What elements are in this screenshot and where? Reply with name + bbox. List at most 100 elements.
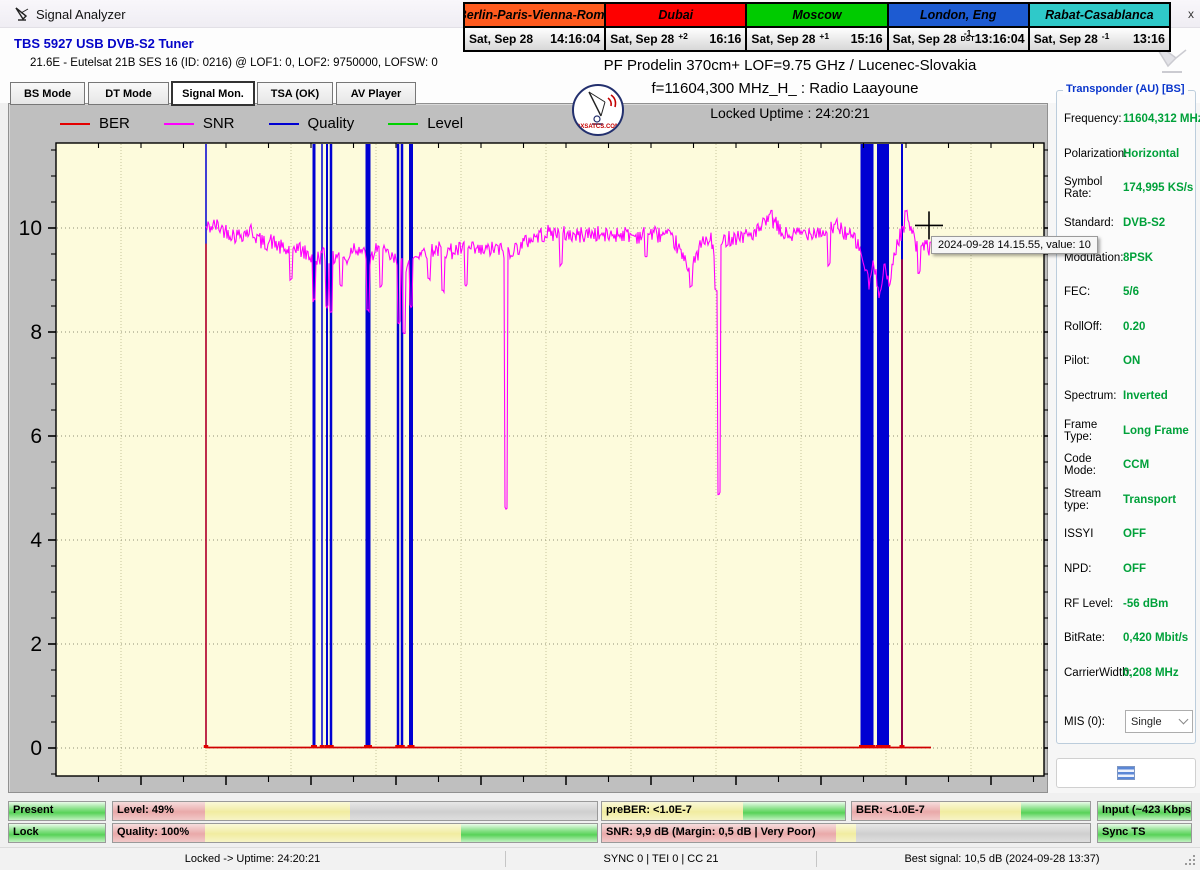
transponder-value: Transport <box>1123 493 1177 506</box>
statusbar-panel-1: SYNC 0 | TEI 0 | CC 21 <box>603 853 719 865</box>
transponder-row-fec: FEC: 5/6 <box>1056 275 1196 310</box>
legend-item-snr: SNR <box>163 115 235 132</box>
clock-city-label: Berlin-Paris-Vienna-Roma <box>463 2 607 28</box>
transponder-value: Inverted <box>1123 390 1168 403</box>
gauge-segment-gray <box>855 824 1090 842</box>
transponder-value: 5/6 <box>1123 286 1139 299</box>
gauge-label: Input (~423 Kbps) <box>1102 804 1192 816</box>
chevron-down-icon <box>1178 714 1189 725</box>
gauge-snr: SNR: 9,9 dB (Margin: 0,5 dB | Very Poor) <box>601 823 1091 843</box>
transponder-label: Symbol Rate: <box>1064 176 1103 201</box>
transponder-value: 8PSK <box>1123 251 1154 264</box>
gauge-label: SNR: 9,9 dB (Margin: 0,5 dB | Very Poor) <box>606 826 816 838</box>
resize-grip[interactable] <box>1185 855 1197 867</box>
transponder-row-carrierwidth: CarrierWidth: 0,208 MHz <box>1056 656 1196 691</box>
statusbar-panel-0: Locked -> Uptime: 24:20:21 <box>184 853 321 865</box>
dxsatcs-logo: DXSATCS.COM <box>572 84 626 140</box>
logo-text: DXSATCS.COM <box>576 124 620 130</box>
transponder-row-npd: NPD: OFF <box>1056 552 1196 587</box>
legend-label: BER <box>99 115 130 132</box>
transponder-label: Standard: <box>1064 217 1114 230</box>
legend-swatch <box>163 122 194 125</box>
transponder-label: RollOff: <box>1064 320 1103 333</box>
tuner-name: TBS 5927 USB DVB-S2 Tuner <box>14 36 194 51</box>
gauge-segment-green <box>461 824 597 842</box>
transponder-label: FEC: <box>1064 286 1091 299</box>
status-bar: Locked -> Uptime: 24:20:21 SYNC 0 | TEI 0… <box>0 847 1200 870</box>
gauge-label: Present <box>13 804 54 816</box>
clock-city-label: London, Eng <box>886 2 1030 28</box>
transponder-label: ISSYI <box>1064 528 1094 541</box>
y-axis-label-2: 2 <box>30 633 42 656</box>
clock-dubai: Dubai Sat, Sep 28 +2 16:16 <box>604 2 748 52</box>
logo-circle: DXSATCS.COM <box>572 84 624 136</box>
transponder-value: -56 dBm <box>1123 597 1169 610</box>
clock-time-row: Sat, Sep 28 +2 16:16 <box>604 26 748 52</box>
gauge-segment-yellow <box>940 802 1021 820</box>
transponder-label: Pilot: <box>1064 355 1090 368</box>
tab-bs-mode[interactable]: BS Mode <box>10 82 85 105</box>
clock-time: 13:16 <box>1132 32 1165 46</box>
clock-time: 15:16 <box>850 32 883 46</box>
window-title: Signal Analyzer <box>36 7 126 22</box>
transponder-value: 0,208 MHz <box>1123 666 1179 679</box>
transponder-label: RF Level: <box>1064 597 1114 610</box>
mis-value: Single <box>1131 715 1162 728</box>
gauge-segment-yellow <box>204 824 462 842</box>
gauge-label: Level: 49% <box>117 804 174 816</box>
mis-dropdown[interactable]: Single <box>1125 710 1193 733</box>
clock-berlin-paris-vienna-roma: Berlin-Paris-Vienna-Roma Sat, Sep 28 14:16… <box>463 2 607 52</box>
transponder-row-frame-type: Frame Type: Long Frame <box>1056 413 1196 448</box>
legend-label: Quality <box>307 115 355 132</box>
transponder-value: DVB-S2 <box>1123 217 1166 230</box>
gauge-label: Lock <box>13 826 39 838</box>
ts-record-button[interactable] <box>1056 758 1196 788</box>
transponder-label: Code Mode: <box>1064 453 1096 478</box>
tab-tsa-ok[interactable]: TSA (OK) <box>257 82 333 105</box>
transponder-label: Spectrum: <box>1064 390 1117 403</box>
gauge-label: Sync TS <box>1102 826 1146 838</box>
legend-item-ber: BER <box>60 115 130 132</box>
clock-time: 14:16:04 <box>550 32 601 46</box>
gauge-preber: preBER: <1.0E-7 <box>601 801 846 821</box>
transponder-value: Long Frame <box>1123 424 1189 437</box>
gauge-input: Input (~423 Kbps) <box>1097 801 1192 821</box>
clock-time-row: Sat, Sep 28 14:16:04 <box>463 26 607 52</box>
close-icon[interactable]: x <box>1188 7 1194 21</box>
clock-date: Sat, Sep 28 <box>469 32 534 46</box>
gauge-segment-green <box>742 802 845 820</box>
transponder-value: ON <box>1123 355 1141 368</box>
gauge-quality: Quality: 100% <box>112 823 598 843</box>
dish-description: PF Prodelin 370cm+ LOF=9.75 GHz / Lucene… <box>603 57 977 74</box>
transponder-label: Stream type: <box>1064 487 1102 512</box>
chart-tooltip: 2024-09-28 14.15.55, value: 10 <box>931 236 1098 254</box>
gauge-segment-yellow <box>836 824 856 842</box>
gauge-present: Present <box>8 801 106 821</box>
transponder-row-polarization: Polarization: Horizontal <box>1056 137 1196 172</box>
y-axis-label-6: 6 <box>30 425 42 448</box>
signal-chart-panel: 0 2 4 6 8 10 <box>8 103 1052 793</box>
gauge-label: Quality: 100% <box>117 826 190 838</box>
clock-utc-offset: -1 DST <box>960 27 975 43</box>
tab-signal-mon[interactable]: Signal Mon. <box>172 82 254 105</box>
transponder-value: 174,995 KS/s <box>1123 182 1194 195</box>
transponder-value: CCM <box>1123 459 1150 472</box>
tab-dt-mode[interactable]: DT Mode <box>88 82 169 105</box>
clock-utc-offset: +2 <box>678 30 688 41</box>
clock-moscow: Moscow Sat, Sep 28 +1 15:16 <box>745 2 889 52</box>
clock-time: 16:16 <box>709 32 742 46</box>
clock-city-label: Rabat-Casablanca <box>1027 2 1171 28</box>
signal-analyzer-window: Signal Analyzer x Berlin-Paris-Vienna-Ro… <box>0 0 1200 870</box>
transponder-row-rf-level: RF Level: -56 dBm <box>1056 586 1196 621</box>
transponder-row-bitrate: BitRate: 0,420 Mbit/s <box>1056 621 1196 656</box>
clock-date: Sat, Sep 28 <box>892 32 957 46</box>
gauge-segment-green <box>1020 802 1090 820</box>
transponder-label: CarrierWidth: <box>1064 666 1132 679</box>
frequency-line: f=11604,300 MHz_H_ : Radio Laayoune <box>651 80 919 97</box>
clock-time-row: Sat, Sep 28 -1 DST 13:16:04 <box>886 26 1030 52</box>
tab-av-player[interactable]: AV Player <box>336 82 416 105</box>
transponder-row-issyi: ISSYI OFF <box>1056 517 1196 552</box>
satellite-dish-icon <box>15 7 29 21</box>
transponder-label: Polarization: <box>1064 147 1128 160</box>
gauge-level: Level: 49% <box>112 801 598 821</box>
